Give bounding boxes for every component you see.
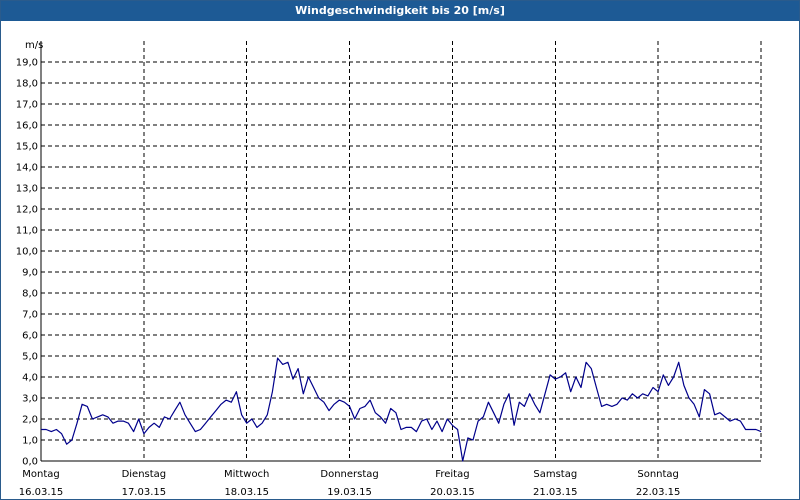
x-tick-date-label: 19.03.15	[327, 487, 372, 498]
y-tick-label: 9,0	[22, 268, 38, 279]
x-tick-date-label: 18.03.15	[224, 487, 269, 498]
x-tick-date-label: 17.03.15	[122, 487, 167, 498]
y-tick-label: 6,0	[22, 331, 38, 342]
y-tick-label: 4,0	[22, 373, 38, 384]
x-tick-date-label: 22.03.15	[636, 487, 681, 498]
y-tick-label: 12,0	[16, 205, 38, 216]
x-tick-date-label: 16.03.15	[19, 487, 64, 498]
y-tick-label: 11,0	[16, 226, 38, 237]
y-tick-label: 13,0	[16, 184, 38, 195]
x-tick-date-label: 20.03.15	[430, 487, 475, 498]
x-tick-day-label: Mittwoch	[224, 469, 269, 480]
y-tick-label: 16,0	[16, 121, 38, 132]
chart-plot: 0,0 1,0 2,0 3,0 4,0 5,0 6,0 7,0 8,0 9,0 10,0 11,0 12…	[16, 40, 762, 498]
x-tick-day-label: Freitag	[435, 469, 469, 480]
y-tick-label: 14,0	[16, 163, 38, 174]
y-tick-label: 15,0	[16, 142, 38, 153]
y-axis-label: m/s	[25, 40, 43, 51]
y-tick-label: 17,0	[16, 100, 38, 111]
y-tick-label: 1,0	[22, 436, 38, 447]
x-tick-day-label: Samstag	[533, 469, 577, 480]
y-tick-label: 2,0	[22, 415, 38, 426]
y-tick-label: 8,0	[22, 289, 38, 300]
y-tick-label: 0,0	[22, 457, 38, 468]
chart-window: Windgeschwindigkeit bis 20 [m/s] 0,0 1,0 2…	[0, 0, 800, 500]
x-tick-date-label: 21.03.15	[533, 487, 578, 498]
y-tick-label: 7,0	[22, 310, 38, 321]
y-tick-label: 18,0	[16, 79, 38, 90]
y-tick-label: 19,0	[16, 58, 38, 69]
x-tick-day-label: Montag	[22, 469, 59, 480]
x-tick-day-label: Sonntag	[637, 469, 679, 480]
series-line-wind-speed	[41, 357, 762, 462]
y-tick-label: 10,0	[16, 247, 38, 258]
x-tick-day-label: Donnerstag	[320, 469, 378, 480]
x-tick-day-label: Dienstag	[122, 469, 167, 480]
y-tick-label: 5,0	[22, 352, 38, 363]
y-tick-label: 3,0	[22, 394, 38, 405]
